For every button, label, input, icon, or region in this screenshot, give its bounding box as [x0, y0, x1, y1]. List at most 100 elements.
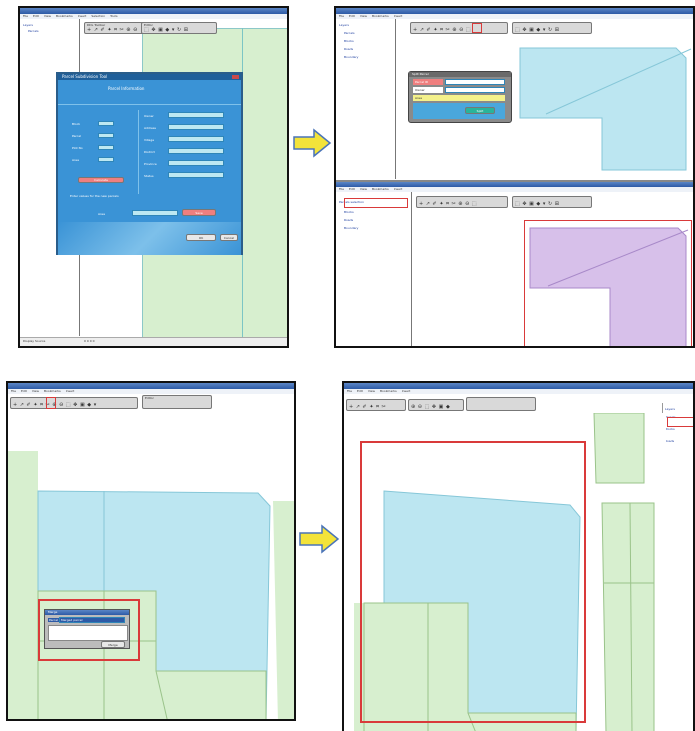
status-bar: Display Source 0 0 0 0 [20, 337, 287, 346]
field-parcel[interactable] [98, 133, 114, 138]
menu-insert[interactable]: Insert [394, 14, 403, 18]
field-area[interactable] [98, 157, 114, 162]
panel-top-right: File Edit View Bookmarks Insert Layers Parce… [334, 6, 695, 348]
panel-bottom-right: File Edit View Bookmarks Insert + ↗ ✐ ✦ ⌗ ✂ … [342, 381, 695, 731]
save-button[interactable]: Save [182, 209, 216, 216]
field-district[interactable] [168, 148, 224, 154]
menu-bookmarks[interactable]: Bookmarks [380, 389, 397, 393]
table-of-contents: Layers Parcels Blocks Roads [662, 403, 693, 731]
menu-edit[interactable]: Edit [21, 389, 27, 393]
field-owner[interactable] [445, 87, 505, 93]
toolbar-ddl-lower: + ↗ ✐ ✦ ⌗ ✂ ⊕ ⊖ ⬚ [416, 196, 508, 208]
menu-bookmarks[interactable]: Bookmarks [372, 187, 389, 191]
toc-layers[interactable]: Layers [665, 407, 675, 411]
arrow-right-icon [293, 128, 332, 158]
highlight-toc [344, 198, 408, 208]
menu-file[interactable]: File [11, 389, 16, 393]
dialog-title: Merge [48, 610, 58, 614]
menu-selection[interactable]: Selection [91, 14, 105, 18]
menu-tools[interactable]: Tools [110, 14, 117, 18]
menu-view[interactable]: View [360, 14, 367, 18]
table-of-contents-lower: Parcels selection Blocks Roads Boundary [336, 192, 412, 346]
menu-insert[interactable]: Insert [78, 14, 87, 18]
menu-view[interactable]: View [360, 187, 367, 191]
field-parcel-id[interactable] [445, 79, 505, 85]
menu-view[interactable]: View [368, 389, 375, 393]
menu-edit[interactable]: Edit [349, 14, 355, 18]
toolbar-icons-editor[interactable]: ⬚ ✥ ▣ ◆ ▾ ↻ ⊞ [515, 27, 589, 33]
menu-insert[interactable]: Insert [402, 389, 411, 393]
field-address[interactable] [168, 124, 224, 130]
split-button[interactable]: Split [465, 107, 495, 114]
toc-item[interactable]: Blocks [344, 39, 354, 43]
toc-item[interactable]: Roads [665, 439, 674, 443]
parcel-blue[interactable] [516, 44, 695, 174]
toolbar-editor: ⬚ ✥ ▣ ◆ ▾ ↻ ⊞ [512, 22, 592, 34]
dialog-note: Enter values for the new parcels [70, 194, 119, 198]
menu-view[interactable]: View [44, 14, 51, 18]
split-dialog: Split Parcel Parcel ID Owner Area Split [408, 71, 512, 123]
field-province[interactable] [168, 160, 224, 166]
highlight-result-map [360, 441, 586, 723]
highlight-tool [46, 397, 56, 409]
toc-item[interactable]: Parcels [344, 31, 355, 35]
toolbar-extra [466, 397, 536, 411]
toolbar-editor-lower: ⬚ ✥ ▣ ◆ ▾ ↻ ⊞ [512, 196, 592, 208]
toolbar-icons-editor[interactable]: ⬚ ✥ ▣ ◆ ▾ ↻ ⊞ [144, 27, 214, 33]
toc-item[interactable]: Blocks [665, 427, 675, 431]
close-icon[interactable] [232, 75, 239, 79]
menu-edit[interactable]: Edit [349, 187, 355, 191]
menu-edit[interactable]: Edit [357, 389, 363, 393]
menu-file[interactable]: File [347, 389, 352, 393]
merge-dialog: Merge Parcel Merged parcel Merge [44, 609, 130, 649]
menu-file[interactable]: File [339, 14, 344, 18]
dialog-title: Split Parcel [412, 72, 429, 76]
toolbar-icons[interactable]: + ↗ ✐ ✦ ⌗ ✂ ⊕ ⊖ ⬚ [413, 27, 505, 33]
menu-bookmarks[interactable]: Bookmarks [372, 14, 389, 18]
merge-button[interactable]: Merge [101, 641, 125, 648]
menu-view[interactable]: View [32, 389, 39, 393]
toc-item[interactable]: Roads [344, 47, 353, 51]
toolbar-editor: Editor [142, 395, 212, 409]
menu-file[interactable]: File [339, 187, 344, 191]
menu-insert[interactable]: Insert [66, 389, 75, 393]
toolbar-main: + ↗ ✐ ✦ ⌗ ✂ ⊕ ⊖ ⬚ ✥ ▣ ◆ ▾ [10, 397, 138, 409]
menu-bookmarks[interactable]: Bookmarks [44, 389, 61, 393]
calculate-button[interactable]: Calculate [78, 177, 124, 183]
toc-item[interactable]: Blocks [344, 210, 354, 214]
panel-top-left: File Edit View Bookmarks Insert Selection Tool… [18, 6, 289, 348]
arrow-right-icon [299, 524, 340, 554]
parcel-purple[interactable] [528, 226, 692, 348]
menu-file[interactable]: File [23, 14, 28, 18]
toolbar-icons[interactable]: + ↗ ✐ ✦ ⌗ ✂ ⊕ ⊖ ⬚ ✥ ▣ ◆ ▾ [13, 402, 135, 408]
highlight-toc [667, 417, 693, 427]
panel-bottom-left: File Edit View Bookmarks Insert + ↗ ✐ ✦ ⌗ ✂ … [6, 381, 296, 721]
dialog-heading: Parcel Information [108, 86, 145, 91]
toc-item[interactable]: Boundary [344, 226, 358, 230]
field-village[interactable] [168, 136, 224, 142]
toolbar-ddl: DDL Toolbar + ↗ ✐ ✦ ⌗ ✂ ⊕ ⊖ [84, 22, 147, 34]
field-status[interactable] [168, 172, 224, 178]
toc-layers[interactable]: Layers [23, 23, 33, 27]
toc-layers[interactable]: Layers [339, 23, 349, 27]
field-block[interactable] [98, 121, 114, 126]
menu-edit[interactable]: Edit [33, 14, 39, 18]
menu-insert[interactable]: Insert [394, 187, 403, 191]
cancel-button[interactable]: Cancel [220, 234, 238, 241]
toolbar-icons[interactable]: + ↗ ✐ ✦ ⌗ ✂ ⊕ ⊖ [87, 27, 144, 33]
ok-button[interactable]: OK [186, 234, 216, 241]
menu-bar: File Edit View Bookmarks Insert [344, 389, 693, 394]
highlight-tool [472, 23, 482, 33]
dialog-title: Parcel Subdivision Tool [62, 74, 108, 79]
toolbar-editor: Editor ⬚ ✥ ▣ ◆ ▾ ↻ ⊞ [141, 22, 217, 34]
toc-item[interactable]: Roads [344, 218, 353, 222]
map-bottom-left[interactable] [8, 411, 296, 721]
toolbar-ddl: + ↗ ✐ ✦ ⌗ ✂ ⊕ ⊖ ⬚ [410, 22, 508, 34]
toc-item-parcels[interactable]: Parcels [28, 29, 39, 33]
field-plot[interactable] [98, 145, 114, 150]
field-owner[interactable] [168, 112, 224, 118]
menu-bookmarks[interactable]: Bookmarks [56, 14, 73, 18]
table-of-contents: Layers Parcels Blocks Roads Boundary [336, 19, 396, 179]
field-area-bottom[interactable] [132, 210, 178, 216]
toc-item[interactable]: Boundary [344, 55, 358, 59]
